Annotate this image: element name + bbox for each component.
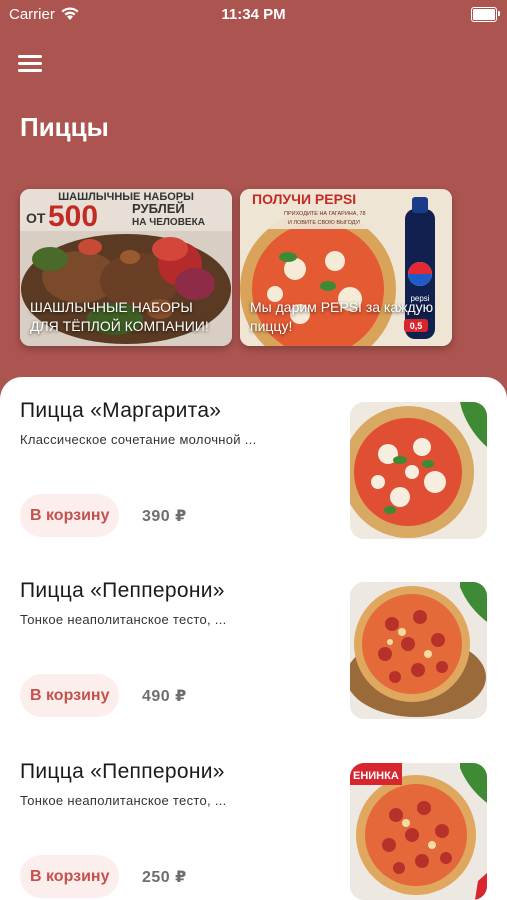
product-price: 390 ₽ bbox=[142, 508, 187, 525]
battery-icon bbox=[471, 7, 500, 22]
product-description: Классическое сочетание молочной ... bbox=[20, 432, 257, 447]
status-bar: Carrier 11:34 PM bbox=[0, 0, 507, 30]
pepperoni-pizza-image[interactable]: ЕНИНКА bbox=[350, 763, 487, 900]
page-title: Пиццы bbox=[20, 112, 109, 142]
product-card-margherita[interactable]: Пицца «Маргарита» Классическое сочетание… bbox=[0, 377, 507, 539]
margherita-pizza-image[interactable] bbox=[350, 402, 487, 539]
promo-banner-pepsi[interactable]: pepsi 0,5 ПОЛУЧИ PEPSI ПРИХОДИТЕ НА ГАГА… bbox=[240, 189, 452, 346]
add-to-cart-button[interactable]: В корзину bbox=[20, 674, 120, 717]
promo-1-headline-rub: РУБЛЕЙ bbox=[132, 201, 185, 216]
product-name: Пицца «Маргарита» bbox=[20, 399, 222, 422]
product-price: 250 ₽ bbox=[142, 869, 187, 886]
add-to-cart-button[interactable]: В корзину bbox=[20, 494, 120, 537]
product-description: Тонкое неаполитанское тесто, ... bbox=[20, 612, 227, 627]
product-name: Пицца «Пепперони» bbox=[20, 579, 225, 602]
promo-banner-shashlik[interactable]: ШАШЛЫЧНЫЕ НАБОРЫ ОТ 500 РУБЛЕЙ НА ЧЕЛОВЕ… bbox=[20, 189, 232, 346]
promo-2-subline-1: ПРИХОДИТЕ НА ГАГАРИНА, 78 bbox=[284, 211, 366, 217]
hamburger-menu-icon[interactable] bbox=[18, 55, 42, 73]
add-to-cart-button[interactable]: В корзину bbox=[20, 855, 120, 898]
promo-1-headline-amount: 500 bbox=[48, 200, 98, 233]
clock: 11:34 PM bbox=[221, 6, 286, 23]
product-list: Пицца «Маргарита» Классическое сочетание… bbox=[0, 377, 507, 900]
product-card-pepperoni[interactable]: Пицца «Пепперони» Тонкое неаполитанское … bbox=[0, 557, 507, 719]
product-image-badge: ЕНИНКА bbox=[353, 770, 399, 782]
product-description: Тонкое неаполитанское тесто, ... bbox=[20, 793, 227, 808]
product-card-pepperoni-2[interactable]: Пицца «Пепперони» Тонкое неаполитанское … bbox=[0, 738, 507, 900]
promo-1-headline-per: НА ЧЕЛОВЕКА bbox=[132, 217, 205, 228]
pepperoni-pizza-image[interactable] bbox=[350, 582, 487, 719]
promo-1-headline-from: ОТ bbox=[26, 210, 46, 226]
promo-2-subline-2: И ЛОВИТЕ СВОЮ ВЫГОДУ! bbox=[288, 220, 361, 226]
promo-caption: Мы дарим PEPSI за каждую пиццу! bbox=[250, 299, 434, 334]
promo-caption: ШАШЛЫЧНЫЕ НАБОРЫ ДЛЯ ТЁПЛОЙ КОМПАНИИ! bbox=[30, 299, 209, 334]
product-price: 490 ₽ bbox=[142, 688, 187, 705]
promo-2-headline: ПОЛУЧИ PEPSI bbox=[252, 191, 356, 207]
product-name: Пицца «Пепперони» bbox=[20, 760, 225, 783]
